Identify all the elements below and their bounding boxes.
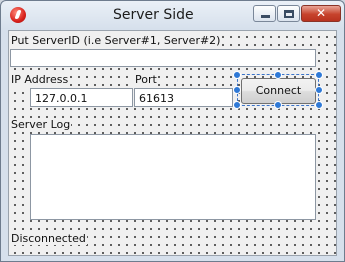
port-label: Port [134,73,158,86]
window-title: Server Side [113,7,194,23]
resize-handle-top-right[interactable] [315,71,323,79]
port-input[interactable]: 61613 [134,88,233,107]
server-log-textarea[interactable] [30,134,316,220]
maximize-button[interactable] [277,5,300,22]
resize-handle-left[interactable] [233,86,241,94]
title-bar[interactable]: Server Side ✕ [1,1,344,29]
minimize-icon [261,15,270,18]
server-log-label: Server Log [10,118,72,131]
resize-handle-top[interactable] [274,71,282,79]
form-client-area: Put ServerID (i.e Server#1, Server#2) IP… [8,30,337,256]
close-button[interactable]: ✕ [301,5,341,22]
status-label: Disconnected [10,232,87,245]
resize-handle-bottom-right[interactable] [315,101,323,109]
server-id-input[interactable] [10,49,316,67]
resize-handle-bottom-left[interactable] [233,101,241,109]
resize-handle-right[interactable] [315,86,323,94]
resize-handle-bottom[interactable] [274,101,282,109]
resize-handle-top-left[interactable] [233,71,241,79]
ip-address-label: IP Address [10,73,70,86]
application-window: Server Side ✕ Put ServerID (i.e Server#1… [0,0,345,262]
server-id-label: Put ServerID (i.e Server#1, Server#2) [10,34,222,47]
minimize-button[interactable] [253,5,276,22]
app-icon[interactable] [10,7,26,23]
maximize-icon [284,10,294,18]
close-icon: ✕ [315,6,327,20]
ip-address-input[interactable]: 127.0.0.1 [30,88,133,107]
